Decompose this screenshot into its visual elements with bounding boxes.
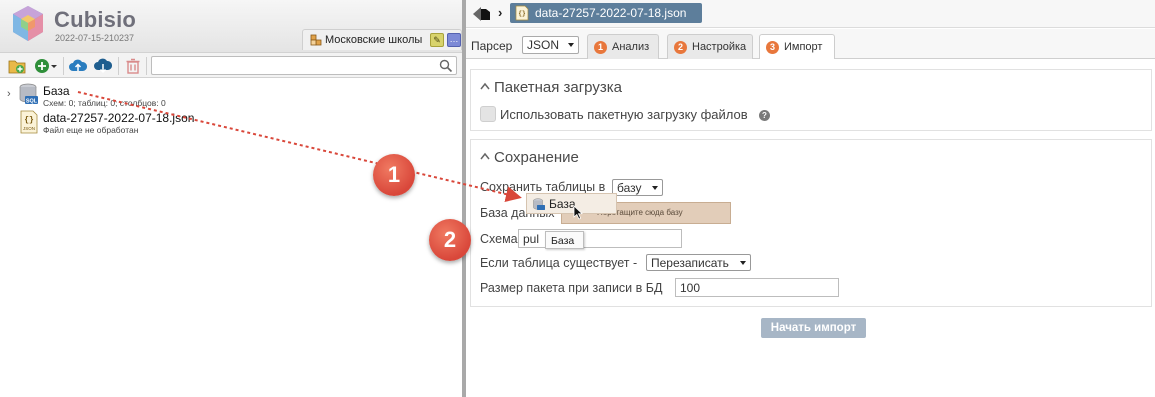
batch-size-value: 100 — [680, 281, 701, 295]
parser-value: JSON — [527, 38, 560, 52]
json-icon-label: JSON — [23, 126, 35, 131]
breadcrumb-separator: › — [498, 5, 503, 20]
tooltip-text: База — [551, 235, 575, 247]
chevron-right-icon[interactable]: › — [7, 88, 11, 100]
svg-text:{}: {} — [518, 10, 526, 17]
drag-ghost-label: База — [549, 197, 576, 211]
chevron-down-icon — [740, 261, 746, 265]
batch-load-label: Использовать пакетную загрузку файлов — [500, 107, 748, 122]
if-exists-select[interactable]: Перезаписать — [646, 254, 751, 271]
tab-analysis[interactable]: 1 Анализ — [587, 34, 659, 60]
folder-add-icon[interactable] — [8, 57, 26, 75]
database-icon-label: SQL — [26, 99, 38, 105]
chevron-down-icon — [568, 43, 574, 47]
cubisio-logo-icon — [13, 6, 43, 41]
step-number-badge: 1 — [594, 41, 607, 54]
upload-cloud-icon[interactable] — [69, 57, 87, 75]
tree-search — [151, 56, 457, 75]
project-name: Московские школы — [325, 34, 423, 46]
tab-bar: Парсер JSON 1 Анализ 2 Настройка 3 Импор… — [466, 29, 1155, 61]
panel-title: Пакетная загрузка — [494, 79, 622, 96]
left-pane: Cubisio 2022-07-15-210237 Московские шко… — [0, 0, 462, 397]
toolbar-divider — [63, 57, 64, 75]
mouse-cursor-icon — [573, 205, 583, 220]
tab-import[interactable]: 3 Импорт — [759, 34, 835, 61]
download-cloud-icon[interactable] — [94, 57, 112, 75]
toolbar-divider — [118, 57, 119, 75]
help-icon[interactable]: ? — [759, 110, 770, 121]
database-icon — [533, 198, 545, 210]
start-import-button[interactable]: Начать импорт — [761, 318, 866, 338]
project-tab[interactable]: Московские школы ✎ … — [302, 29, 462, 50]
trash-icon[interactable] — [124, 57, 142, 75]
tab-label: Импорт — [784, 41, 823, 53]
tab-label: Анализ — [612, 41, 650, 53]
callout-1: 1 — [373, 154, 415, 196]
app-title: Cubisio — [54, 7, 137, 32]
save-tables-label: Сохранить таблицы в — [480, 180, 606, 194]
breadcrumb: › {} data-27257-2022-07-18.json — [466, 0, 1155, 28]
object-tree: › SQL База Схем: 0; таблиц: 0; столбцов:… — [0, 79, 462, 397]
batch-load-checkbox[interactable] — [480, 106, 496, 122]
app-window: Cubisio 2022-07-15-210237 Московские шко… — [0, 0, 1155, 397]
toolbar-divider — [146, 57, 147, 75]
chevron-down-icon — [652, 186, 658, 190]
save-panel: Сохранение Сохранить таблицы в базу База… — [470, 139, 1152, 307]
brand-header: Cubisio 2022-07-15-210237 Московские шко… — [0, 0, 462, 52]
panel-title: Сохранение — [494, 149, 579, 166]
edit-project-icon[interactable]: ✎ — [430, 33, 444, 47]
step-number-badge: 2 — [674, 41, 687, 54]
json-file-icon: {} JSON — [20, 110, 38, 134]
right-pane: › {} data-27257-2022-07-18.json Парсер J… — [466, 0, 1155, 397]
more-options-icon[interactable]: … — [447, 33, 461, 47]
collapse-chevron-icon — [480, 152, 490, 160]
callout-2: 2 — [429, 219, 471, 261]
tree-item-database[interactable]: › SQL База Схем: 0; таблиц: 0; столбцов:… — [0, 81, 440, 109]
tab-settings[interactable]: 2 Настройка — [667, 34, 753, 60]
tab-label: Настройка — [692, 41, 747, 53]
batch-size-label: Размер пакета при записи в БД — [480, 281, 663, 295]
drag-ghost: База — [526, 193, 617, 214]
save-tables-value: базу — [617, 181, 642, 195]
breadcrumb-file[interactable]: {} data-27257-2022-07-18.json — [510, 3, 702, 23]
database-icon: SQL — [19, 83, 38, 105]
collapse-chevron-icon — [480, 82, 490, 90]
save-tables-select[interactable]: базу — [612, 179, 663, 196]
batch-size-input[interactable]: 100 — [675, 278, 839, 297]
back-arrow-icon[interactable] — [472, 5, 494, 23]
tree-item-label: data-27257-2022-07-18.json — [43, 111, 195, 125]
breadcrumb-file-name: data-27257-2022-07-18.json — [535, 6, 687, 20]
if-exists-value: Перезаписать — [651, 256, 729, 270]
schema-value: pul — [523, 232, 540, 246]
json-file-icon: {} — [515, 5, 529, 21]
schema-label: Схема — [480, 232, 518, 246]
tree-item-meta: Схем: 0; таблиц: 0; столбцов: 0 — [43, 98, 166, 108]
schema-tooltip: База — [545, 231, 584, 249]
batch-load-panel: Пакетная загрузка Использовать пакетную … — [470, 69, 1152, 131]
tree-toolbar — [0, 52, 462, 78]
search-input[interactable] — [155, 58, 435, 73]
batch-load-header[interactable]: Пакетная загрузка — [480, 79, 622, 96]
app-version: 2022-07-15-210237 — [55, 33, 135, 43]
tree-item-json-file[interactable]: {} JSON data-27257-2022-07-18.json Файл … — [0, 108, 440, 136]
chevron-down-icon[interactable] — [50, 57, 58, 75]
step-number-badge: 3 — [766, 41, 779, 54]
save-header[interactable]: Сохранение — [480, 149, 579, 166]
tree-item-label: База — [43, 84, 70, 98]
parser-select[interactable]: JSON — [522, 36, 579, 54]
parser-label: Парсер — [471, 39, 513, 53]
if-exists-label: Если таблица существует - — [480, 256, 638, 270]
tree-item-meta: Файл еще не обработан — [43, 125, 139, 135]
schema-input[interactable]: pul — [518, 229, 682, 248]
search-icon[interactable] — [439, 59, 453, 73]
import-tab-content: Пакетная загрузка Использовать пакетную … — [466, 59, 1155, 397]
project-cube-icon — [310, 34, 322, 46]
svg-text:{}: {} — [24, 116, 34, 125]
